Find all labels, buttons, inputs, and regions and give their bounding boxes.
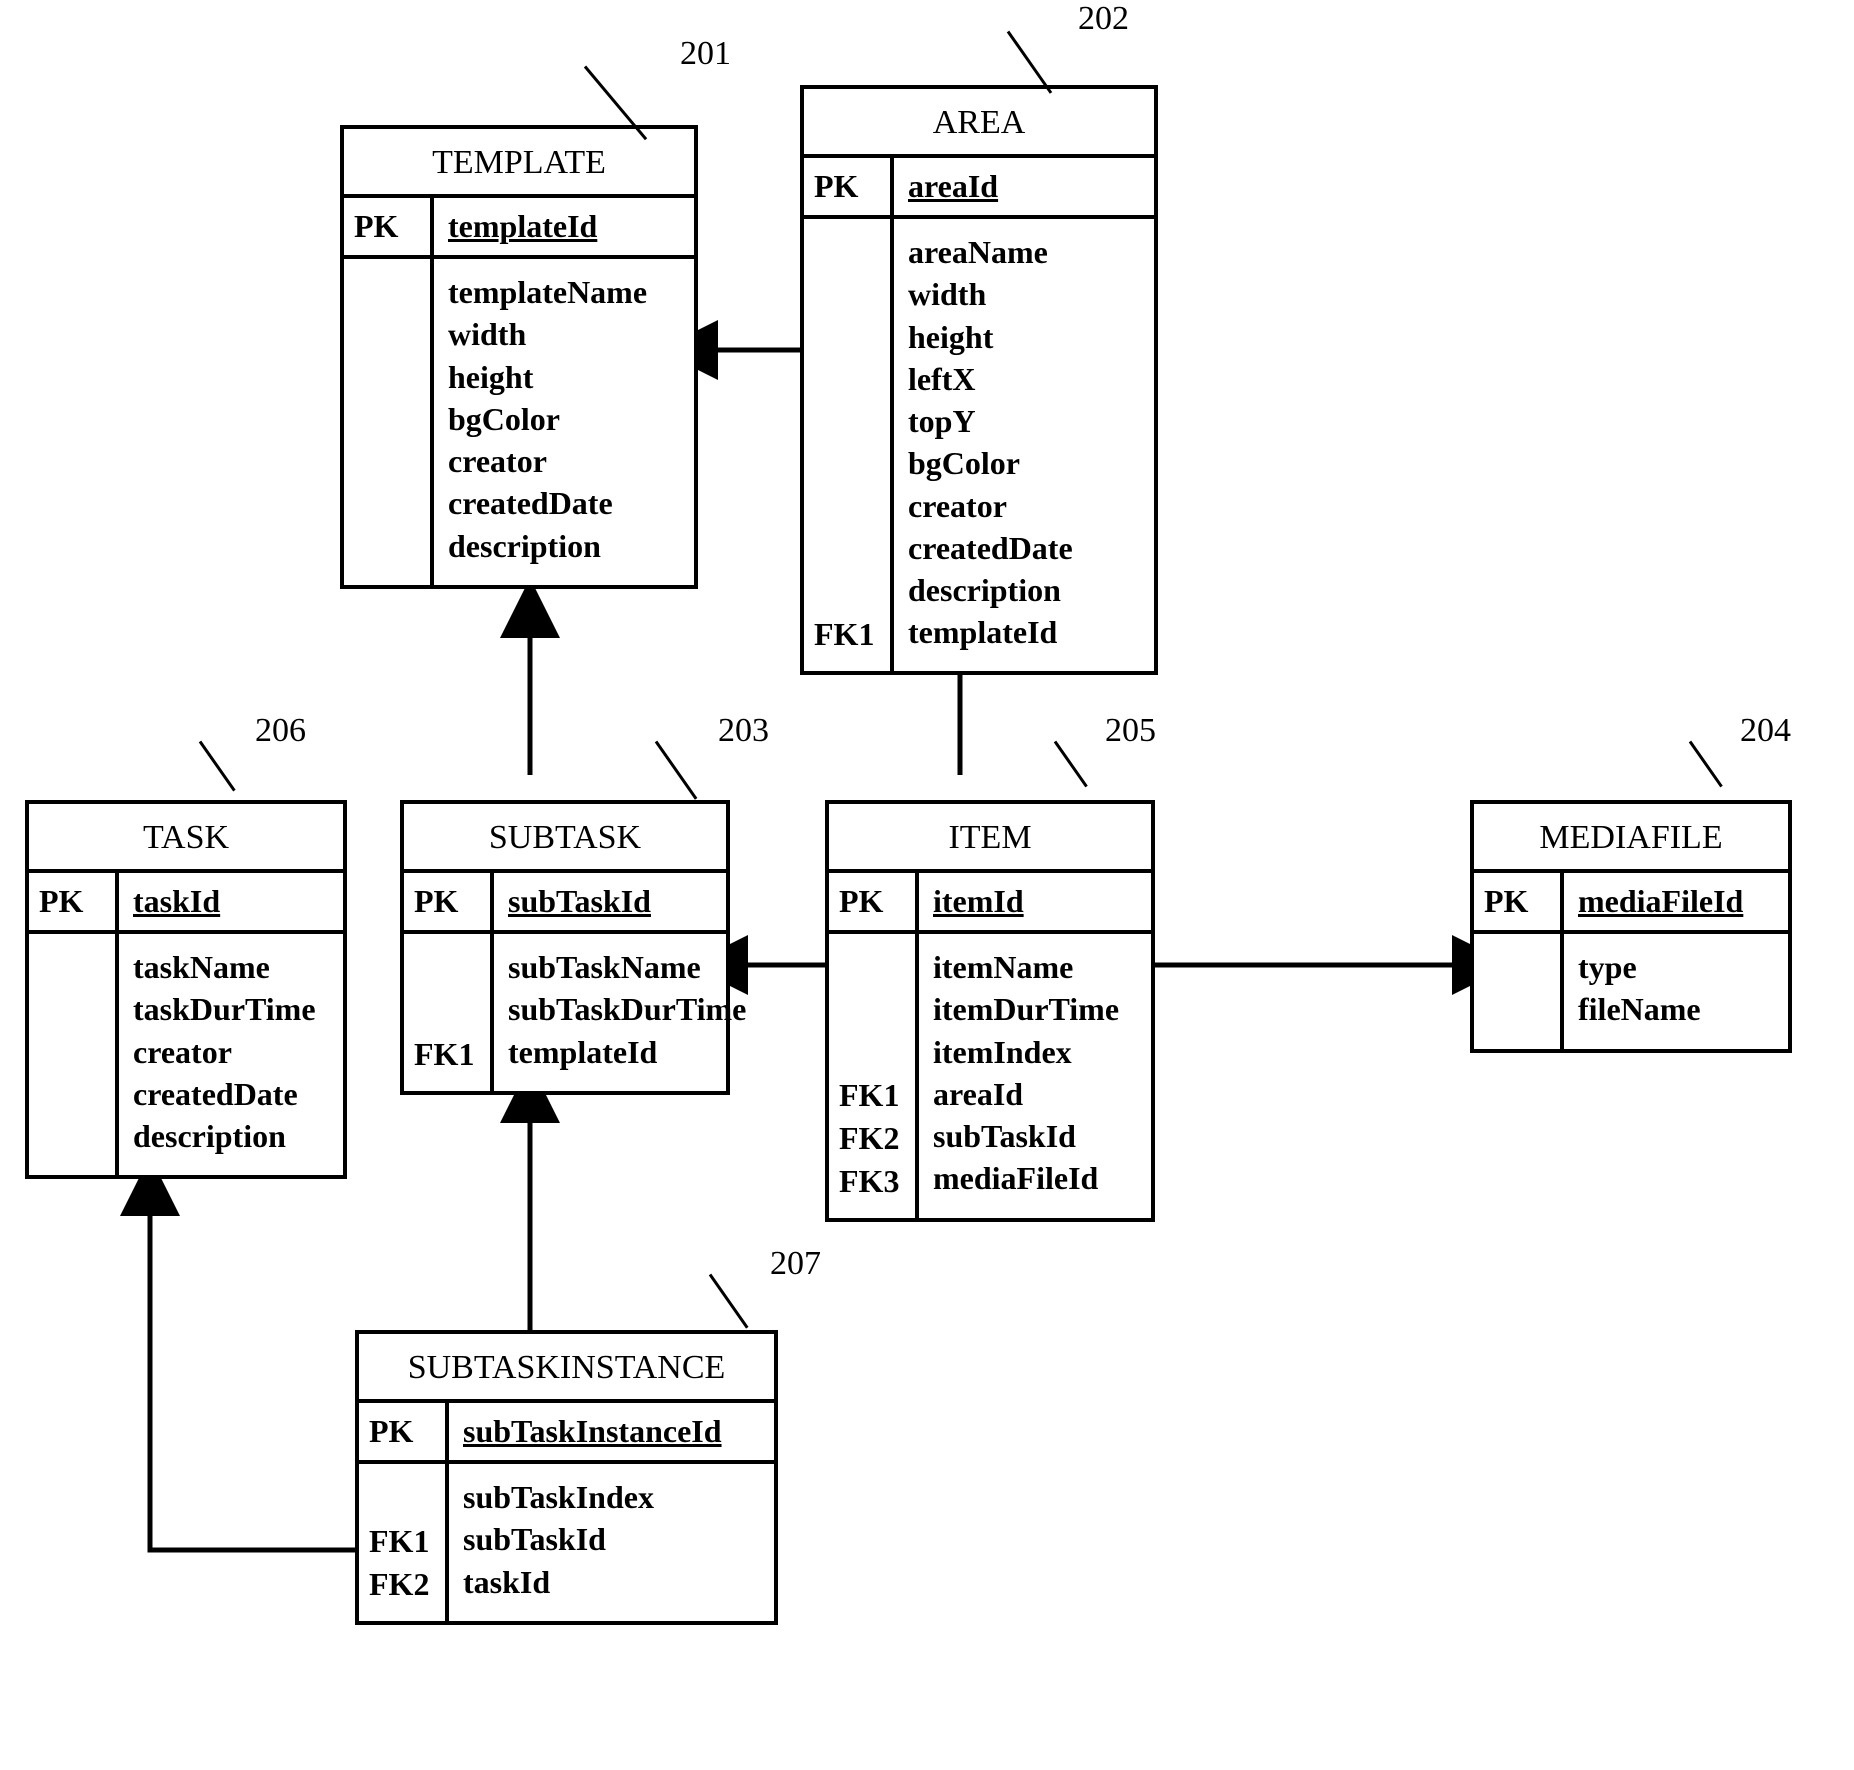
fk-label: FK2 [839, 1120, 905, 1157]
attr-field: width [908, 273, 1140, 315]
attr-field: bgColor [908, 442, 1140, 484]
pk-label: PK [359, 1403, 449, 1460]
entity-title: TASK [29, 804, 343, 873]
pk-label: PK [829, 873, 919, 930]
fk-label: FK3 [839, 1163, 905, 1200]
pk-field: areaId [894, 158, 1154, 215]
attr-field: templateId [908, 611, 1140, 653]
fk-col: FK1 FK2 FK3 [829, 934, 919, 1217]
attr-field: createdDate [448, 482, 680, 524]
entity-title: ITEM [829, 804, 1151, 873]
attr-field: taskDurTime [133, 988, 329, 1030]
attr-field: taskId [463, 1561, 760, 1603]
attr-field: topY [908, 400, 1140, 442]
attr-field: templateId [508, 1031, 746, 1073]
attr-field: creator [448, 440, 680, 482]
attr-col: subTaskNamesubTaskDurTimetemplateId [494, 934, 760, 1091]
pk-field: taskId [119, 873, 343, 930]
attr-col: areaNamewidthheightleftXtopYbgColorcreat… [894, 219, 1154, 671]
attr-field: createdDate [908, 527, 1140, 569]
entity-title: AREA [804, 89, 1154, 158]
pk-field: subTaskInstanceId [449, 1403, 774, 1460]
attr-field: itemName [933, 946, 1137, 988]
fk-col: FK1 [404, 934, 494, 1091]
pk-field: mediaFileId [1564, 873, 1788, 930]
entity-title: SUBTASKINSTANCE [359, 1334, 774, 1403]
attr-col: templateNamewidthheightbgColorcreatorcre… [434, 259, 694, 585]
attr-field: creator [133, 1031, 329, 1073]
callout-205: 205 [1105, 712, 1156, 749]
attr-field: creator [908, 485, 1140, 527]
fk-label: FK1 [369, 1523, 435, 1560]
pk-label: PK [344, 198, 434, 255]
fk-col: FK1 [804, 219, 894, 671]
attr-col: itemNameitemDurTimeitemIndexareaIdsubTas… [919, 934, 1151, 1217]
entity-item: ITEM PK itemId FK1 FK2 FK3 itemNameitemDur… [825, 800, 1155, 1222]
attr-field: description [448, 525, 680, 567]
fk-col [29, 934, 119, 1175]
attr-field: itemIndex [933, 1031, 1137, 1073]
fk-col [1474, 934, 1564, 1048]
fk-col: FK1FK2 [359, 1464, 449, 1621]
attr-field: subTaskName [508, 946, 746, 988]
pk-field: subTaskId [494, 873, 726, 930]
callout-201: 201 [680, 35, 731, 72]
attr-field: createdDate [133, 1073, 329, 1115]
callout-204: 204 [1740, 712, 1791, 749]
attr-field: height [908, 316, 1140, 358]
entity-mediafile: MEDIAFILE PK mediaFileId typefileName [1470, 800, 1792, 1053]
callout-202: 202 [1078, 0, 1129, 37]
entity-task: TASK PK taskId taskNametaskDurTimecreato… [25, 800, 347, 1179]
pk-label: PK [29, 873, 119, 930]
entity-template: TEMPLATE PK templateId templateNamewidth… [340, 125, 698, 589]
attr-field: mediaFileId [933, 1157, 1137, 1199]
attr-field: width [448, 313, 680, 355]
entity-title: SUBTASK [404, 804, 726, 873]
attr-field: fileName [1578, 988, 1774, 1030]
attr-field: description [908, 569, 1140, 611]
pk-label: PK [404, 873, 494, 930]
pk-field: templateId [434, 198, 694, 255]
attr-field: subTaskId [933, 1115, 1137, 1157]
entity-title: TEMPLATE [344, 129, 694, 198]
attr-field: areaId [933, 1073, 1137, 1115]
fk-label: FK2 [369, 1566, 435, 1603]
attr-field: taskName [133, 946, 329, 988]
callout-206: 206 [255, 712, 306, 749]
attr-field: leftX [908, 358, 1140, 400]
entity-title: MEDIAFILE [1474, 804, 1788, 873]
fk-col [344, 259, 434, 585]
attr-field: description [133, 1115, 329, 1157]
attr-col: taskNametaskDurTimecreatorcreatedDatedes… [119, 934, 343, 1175]
attr-field: subTaskIndex [463, 1476, 760, 1518]
entity-area: AREA PK areaId FK1 areaNamewidthheightle… [800, 85, 1158, 675]
entity-subtask: SUBTASK PK subTaskId FK1 subTaskNamesubT… [400, 800, 730, 1095]
pk-field: itemId [919, 873, 1151, 930]
fk-label: FK1 [814, 616, 880, 653]
fk-label: FK1 [839, 1077, 905, 1114]
attr-field: subTaskDurTime [508, 988, 746, 1030]
attr-col: subTaskIndexsubTaskIdtaskId [449, 1464, 774, 1621]
attr-field: subTaskId [463, 1518, 760, 1560]
attr-field: height [448, 356, 680, 398]
attr-field: templateName [448, 271, 680, 313]
pk-label: PK [804, 158, 894, 215]
attr-col: typefileName [1564, 934, 1788, 1048]
pk-label: PK [1474, 873, 1564, 930]
attr-field: areaName [908, 231, 1140, 273]
attr-field: type [1578, 946, 1774, 988]
callout-203: 203 [718, 712, 769, 749]
attr-field: bgColor [448, 398, 680, 440]
entity-subtaskinstance: SUBTASKINSTANCE PK subTaskInstanceId FK1… [355, 1330, 778, 1625]
callout-207: 207 [770, 1245, 821, 1282]
fk-label: FK1 [414, 1036, 480, 1073]
attr-field: itemDurTime [933, 988, 1137, 1030]
